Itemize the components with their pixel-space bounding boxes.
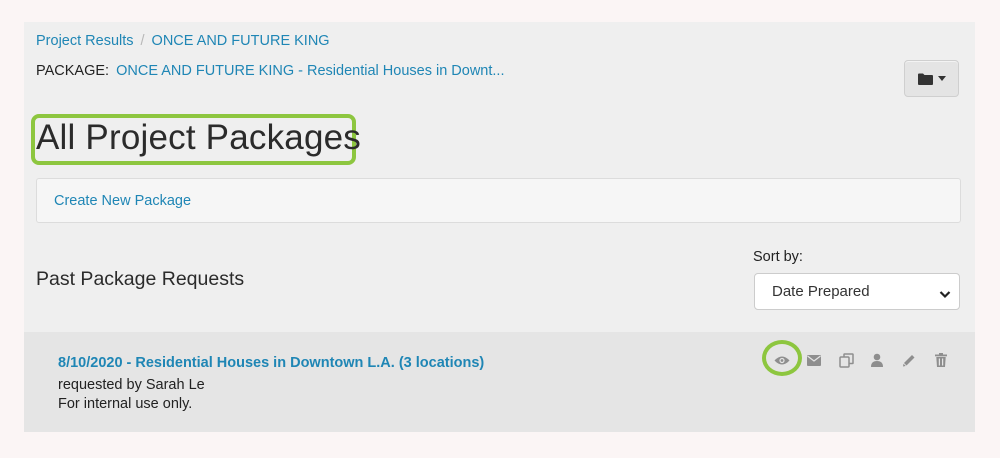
sort-select[interactable]: Date Prepared [754,273,960,310]
sort-label: Sort by: [753,249,803,265]
copy-icon[interactable] [836,350,856,370]
breadcrumb-separator: / [140,33,145,49]
request-note: For internal use only. [58,396,193,412]
chevron-down-icon [939,286,951,303]
eye-icon[interactable] [772,350,792,370]
main-panel: Project Results / ONCE AND FUTURE KING P… [24,22,975,432]
request-meta: requested by Sarah Le For internal use o… [58,376,205,414]
trash-icon[interactable] [931,350,951,370]
breadcrumb-project-name[interactable]: ONCE AND FUTURE KING [152,33,330,49]
package-link[interactable]: ONCE AND FUTURE KING - Residential House… [116,63,504,79]
request-title-link[interactable]: 8/10/2020 - Residential Houses in Downto… [58,355,484,371]
create-package-link[interactable]: Create New Package [54,193,191,209]
package-request-row: 8/10/2020 - Residential Houses in Downto… [24,332,975,432]
section-title: Past Package Requests [36,268,245,290]
envelope-icon[interactable] [804,350,824,370]
row-actions [762,340,968,378]
package-line: PACKAGE: ONCE AND FUTURE KING - Resident… [36,63,504,79]
breadcrumb: Project Results / ONCE AND FUTURE KING [36,33,330,49]
folder-dropdown-button[interactable] [904,60,959,97]
caret-down-icon [937,76,946,81]
page-title: All Project Packages [36,118,361,157]
package-prefix: PACKAGE: [36,63,110,79]
requested-by: requested by Sarah Le [58,377,205,393]
sort-selected-value: Date Prepared [772,283,870,300]
folder-icon [917,73,933,85]
create-package-box: Create New Package [36,178,961,223]
pencil-icon[interactable] [899,350,919,370]
breadcrumb-project-results[interactable]: Project Results [36,33,134,49]
user-icon[interactable] [867,350,887,370]
